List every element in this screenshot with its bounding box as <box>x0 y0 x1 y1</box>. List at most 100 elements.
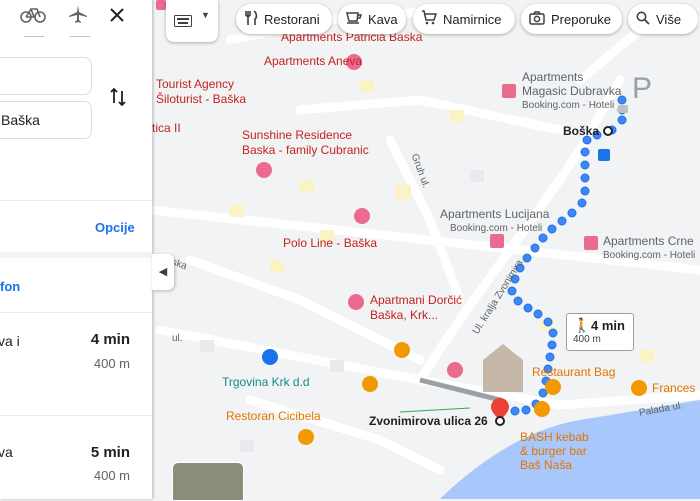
chip-label: Restorani <box>264 11 320 27</box>
hotel-icon <box>348 294 364 310</box>
satellite-layer-thumbnail[interactable] <box>172 462 244 501</box>
building-block <box>300 180 314 192</box>
send-to-phone-link[interactable]: fon <box>0 279 20 294</box>
food-icon <box>545 379 561 395</box>
chip-coffee[interactable]: Kava <box>338 4 406 34</box>
route-option[interactable]: va 5 min 400 m <box>0 416 152 499</box>
route-time: 5 min <box>90 444 130 461</box>
route-start-marker <box>603 126 613 136</box>
chip-more[interactable]: Više <box>628 4 698 34</box>
chip-recommendations[interactable]: Preporuke <box>521 4 622 34</box>
hotel-icon <box>584 236 598 250</box>
route-option[interactable]: va i 4 min 400 m <box>0 313 152 413</box>
food-icon <box>362 376 378 392</box>
coffee-cup-icon <box>346 11 363 28</box>
bicycle-icon[interactable] <box>20 4 46 30</box>
place-label-tica[interactable]: tica II <box>152 122 181 135</box>
chip-groceries[interactable]: Namirnice <box>413 4 515 34</box>
place-label-aneva[interactable]: Apartments Aneva <box>264 55 362 68</box>
hotel-icon <box>354 208 370 224</box>
destination-value: Baška <box>1 112 40 128</box>
route-title: va <box>0 444 13 460</box>
bus-stop-icon <box>598 149 610 161</box>
collapse-panel-button[interactable]: ◀ <box>152 254 174 290</box>
place-label-cicibela[interactable]: Restoran Cicibela <box>226 410 321 423</box>
chip-label: Kava <box>368 11 398 27</box>
place-label-polo[interactable]: Polo Line - Baška <box>283 237 377 250</box>
place-label-bash-1[interactable]: BASH kebab <box>520 431 589 444</box>
building-block <box>360 80 374 92</box>
food-icon <box>394 342 410 358</box>
building-block <box>240 440 254 452</box>
hotel-icon <box>502 84 516 98</box>
destination-label: Zvonimirova ulica 26 <box>369 414 488 428</box>
destination-field[interactable]: Baška <box>0 101 92 139</box>
directions-panel: Baška Opcije fon va i 4 min 400 m va 5 m… <box>0 0 152 499</box>
route-title: va i <box>0 333 20 349</box>
hotel-icon <box>447 362 463 378</box>
chip-restaurants[interactable]: Restorani <box>236 4 332 34</box>
food-icon <box>534 401 550 417</box>
walk-time: 4 min <box>591 318 625 333</box>
road-label-ul: ul. <box>172 333 183 344</box>
place-label-bash-3[interactable]: Baš Naša <box>520 459 572 472</box>
parking-sign: P <box>632 72 653 105</box>
building-block <box>450 110 464 122</box>
route-start-label: Boška <box>563 124 600 138</box>
place-label-masagic-1[interactable]: Apartments <box>522 71 583 84</box>
building-block <box>640 350 654 362</box>
building-block <box>395 185 411 199</box>
building-block <box>270 260 284 272</box>
road <box>295 95 565 135</box>
cart-icon <box>421 10 438 28</box>
chip-label: Preporuke <box>551 11 611 27</box>
hotel-icon <box>156 0 166 10</box>
building-block <box>470 170 484 182</box>
route-distance: 400 m <box>93 356 130 371</box>
camera-icon <box>529 10 545 28</box>
origin-field[interactable] <box>0 57 92 95</box>
walking-person-icon: 🚶 <box>573 317 591 333</box>
keyboard-icon <box>174 14 192 32</box>
chevron-down-icon[interactable]: ▼ <box>201 10 210 20</box>
building-block <box>200 340 214 352</box>
place-label-sunshine-1[interactable]: Sunshine Residence <box>242 129 352 142</box>
walk-duration-box[interactable]: 🚶 4 min 400 m <box>566 313 634 351</box>
place-label-sunshine-2[interactable]: Baska - family Cubranic <box>242 144 369 157</box>
place-label-dorcic-1[interactable]: Apartmani Dorčić <box>370 294 462 307</box>
green-path <box>399 407 471 413</box>
place-label-lucijana[interactable]: Apartments Lucijana <box>440 208 549 221</box>
hotel-icon <box>256 162 272 178</box>
destination-circle <box>495 416 505 426</box>
swap-vertical-icon[interactable] <box>108 86 128 113</box>
place-label-trgovina[interactable]: Trgovina Krk d.d <box>222 376 310 389</box>
fork-knife-icon <box>244 9 258 29</box>
search-icon <box>636 11 650 28</box>
building-block <box>330 360 344 372</box>
place-label-tourist-2[interactable]: Šiloturist - Baška <box>156 93 246 106</box>
route-time: 4 min <box>90 331 130 348</box>
close-icon[interactable] <box>108 6 126 30</box>
input-tools-button[interactable]: ▼ <box>166 0 218 42</box>
chip-label: Više <box>656 11 682 27</box>
airplane-icon[interactable] <box>68 4 88 30</box>
place-sub-lucijana: Booking.com - Hoteli <box>450 223 543 234</box>
place-label-tourist-1[interactable]: Tourist Agency <box>156 78 234 91</box>
options-button[interactable]: Opcije <box>95 220 135 235</box>
place-label-restaurant-bag[interactable]: Restaurant Bag <box>532 366 615 379</box>
place-label-dorcic-2[interactable]: Baška, Krk... <box>370 309 438 322</box>
divider <box>0 200 152 201</box>
building-3d <box>483 344 523 392</box>
place-label-crne[interactable]: Apartments Crne <box>603 235 694 248</box>
building-block <box>230 205 244 217</box>
place-label-masagic-2[interactable]: Magasic Dubravka <box>522 85 621 98</box>
walk-distance: 400 m <box>573 334 601 345</box>
food-icon <box>631 380 647 396</box>
route-distance: 400 m <box>93 468 130 483</box>
place-label-bash-2[interactable]: & burger bar <box>520 445 587 458</box>
place-sub-crne: Booking.com - Hoteli <box>603 250 696 261</box>
place-label-frances[interactable]: Frances <box>652 382 695 395</box>
place-sub-masagic: Booking.com - Hoteli <box>522 100 615 111</box>
mode-underline <box>70 36 90 37</box>
hotel-icon <box>490 234 504 248</box>
